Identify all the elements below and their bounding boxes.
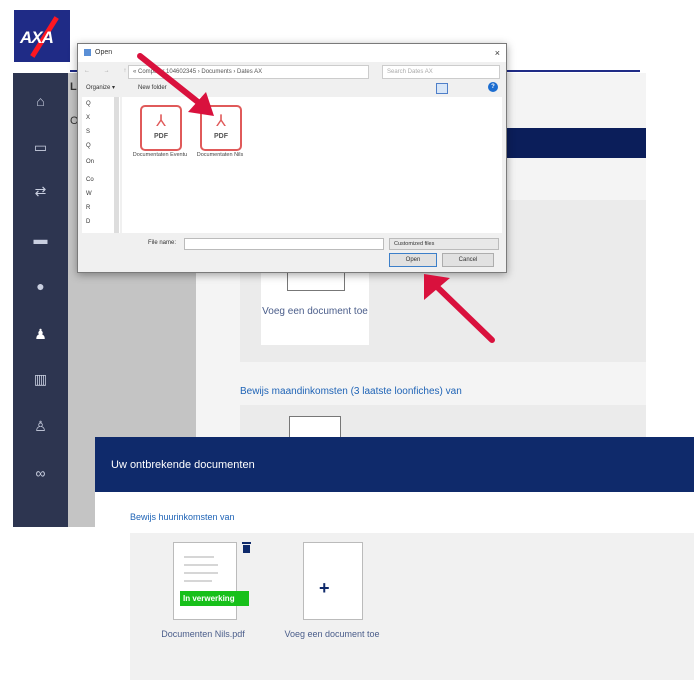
plus-icon[interactable]: + — [319, 578, 330, 599]
arrow-to-open-button — [424, 274, 495, 343]
panel-title: Uw ontbrekende documenten — [111, 459, 255, 471]
trash-icon[interactable] — [242, 542, 251, 553]
uploaded-file-caption[interactable]: Documenten Nils.pdf — [158, 626, 248, 642]
section-title-rent: Bewijs huurinkomsten van — [130, 512, 235, 522]
document-lines — [184, 556, 218, 582]
add-document-caption[interactable]: Voeg een document toe — [270, 626, 394, 642]
arrow-to-file — [137, 53, 214, 116]
status-badge: In verwerking — [180, 591, 249, 606]
add-document-icon[interactable] — [303, 542, 363, 620]
uploaded-document-icon[interactable] — [173, 542, 237, 620]
